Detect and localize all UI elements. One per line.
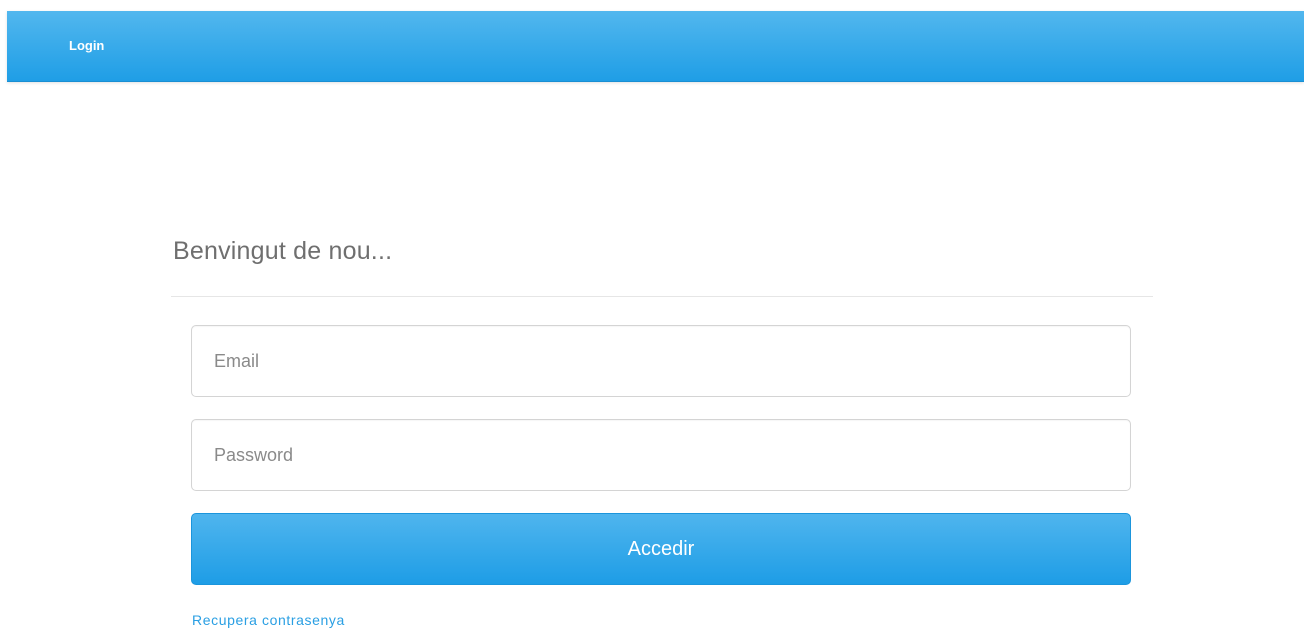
page-title: Benvingut de nou... xyxy=(173,237,393,265)
divider xyxy=(171,296,1153,297)
navbar-brand-login[interactable]: Login xyxy=(69,38,104,54)
top-navbar: Login xyxy=(7,11,1304,82)
login-submit-button[interactable]: Accedir xyxy=(191,513,1131,585)
recover-password-link[interactable]: Recupera contrasenya xyxy=(192,612,345,629)
email-field[interactable] xyxy=(191,325,1131,397)
password-field[interactable] xyxy=(191,419,1131,491)
page: Login Benvingut de nou... Accedir Recupe… xyxy=(0,0,1304,631)
